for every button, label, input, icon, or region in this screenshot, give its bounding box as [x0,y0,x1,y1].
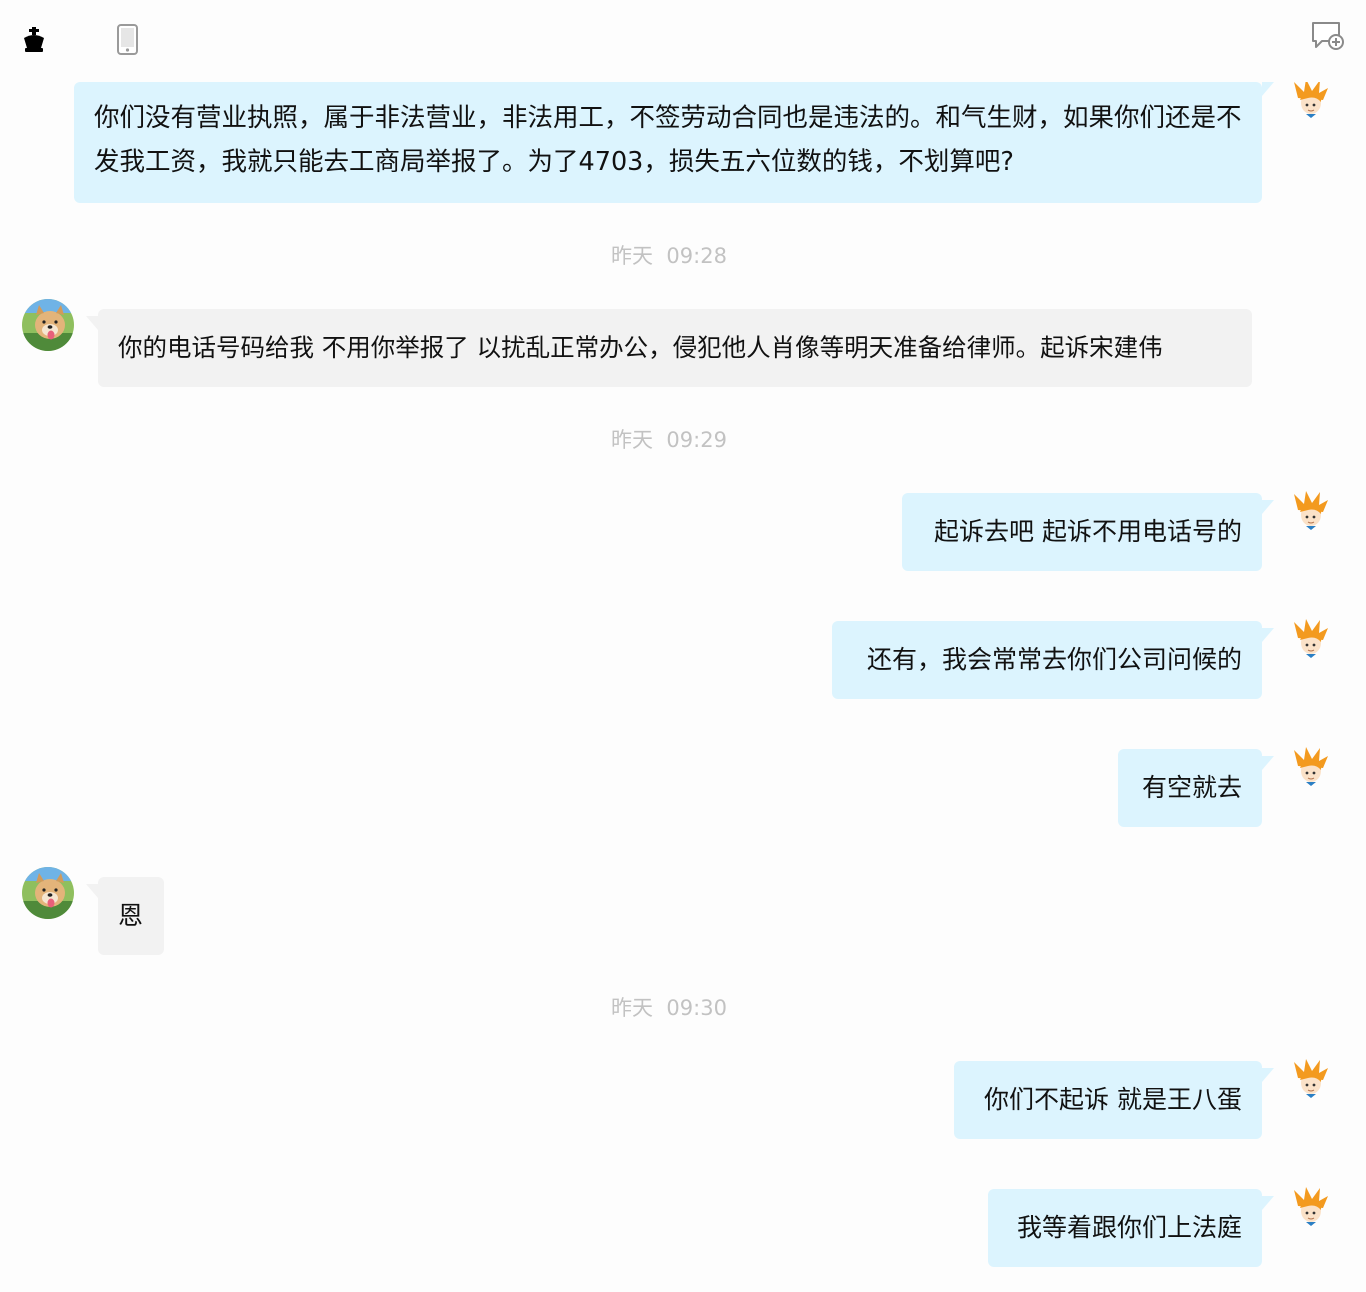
timestamp: 昨天 09:29 [0,424,1338,454]
message-text: 你的电话号码给我 不用你举报了 以扰乱正常办公，侵犯他人肖像等明天准备给律师。起… [118,333,1163,362]
timestamp: 昨天 09:30 [0,992,1338,1022]
bubble-tail [1262,756,1274,770]
bubble-tail [1262,500,1274,514]
user-avatar-cartoon[interactable] [1290,1052,1330,1104]
timestamp: 昨天 09:28 [0,240,1338,270]
message-text: 还有，我会常常去你们公司问候的 [866,645,1242,674]
message-bubble-outgoing[interactable]: 我等着跟你们上法庭 [988,1189,1262,1267]
message-bubble-outgoing[interactable]: 有空就去 [1118,749,1262,827]
phone-icon[interactable] [116,24,140,56]
message-bubble-outgoing[interactable]: 起诉去吧 起诉不用电话号的 [902,493,1262,571]
timestamp-day: 昨天 [611,428,654,452]
bubble-tail [86,884,98,898]
message-text: 你们不起诉 就是王八蛋 [984,1085,1242,1114]
chess-king-icon[interactable] [20,26,48,54]
message-bubble-incoming[interactable]: 你的电话号码给我 不用你举报了 以扰乱正常办公，侵犯他人肖像等明天准备给律师。起… [98,309,1252,387]
user-avatar-cartoon[interactable] [1290,82,1330,122]
message-bubble-incoming[interactable]: 恩 [98,877,164,955]
message-text: 起诉去吧 起诉不用电话号的 [934,517,1242,546]
message-text: 我等着跟你们上法庭 [1016,1213,1242,1242]
message-text: 恩 [118,901,144,930]
contact-avatar-dog[interactable] [22,299,74,351]
timestamp-day: 昨天 [611,244,654,268]
user-avatar-cartoon[interactable] [1290,740,1330,792]
message-bubble-outgoing[interactable]: 你们不起诉 就是王八蛋 [954,1061,1262,1139]
timestamp-time: 09:30 [666,996,727,1020]
timestamp-time: 09:28 [666,244,727,268]
bubble-tail [1262,628,1274,642]
message-text: 你们没有营业执照，属于非法营业，非法用工，不签劳动合同也是违法的。和气生财，如果… [94,103,1242,177]
bubble-tail [1262,1196,1274,1210]
timestamp-day: 昨天 [611,996,654,1020]
user-avatar-cartoon[interactable] [1290,1180,1330,1232]
contact-avatar-dog[interactable] [22,867,74,919]
new-message-icon[interactable] [1310,20,1346,54]
user-avatar-cartoon[interactable] [1290,612,1330,664]
user-avatar-cartoon[interactable] [1290,484,1330,536]
bubble-tail [1262,1068,1274,1082]
message-text: 有空就去 [1141,773,1242,802]
message-bubble-outgoing[interactable]: 还有，我会常常去你们公司问候的 [832,621,1262,699]
bubble-tail [1262,82,1274,96]
bubble-tail [86,316,98,330]
message-bubble-outgoing[interactable]: 你们没有营业执照，属于非法营业，非法用工，不签劳动合同也是违法的。和气生财，如果… [74,82,1262,203]
timestamp-time: 09:29 [666,428,727,452]
